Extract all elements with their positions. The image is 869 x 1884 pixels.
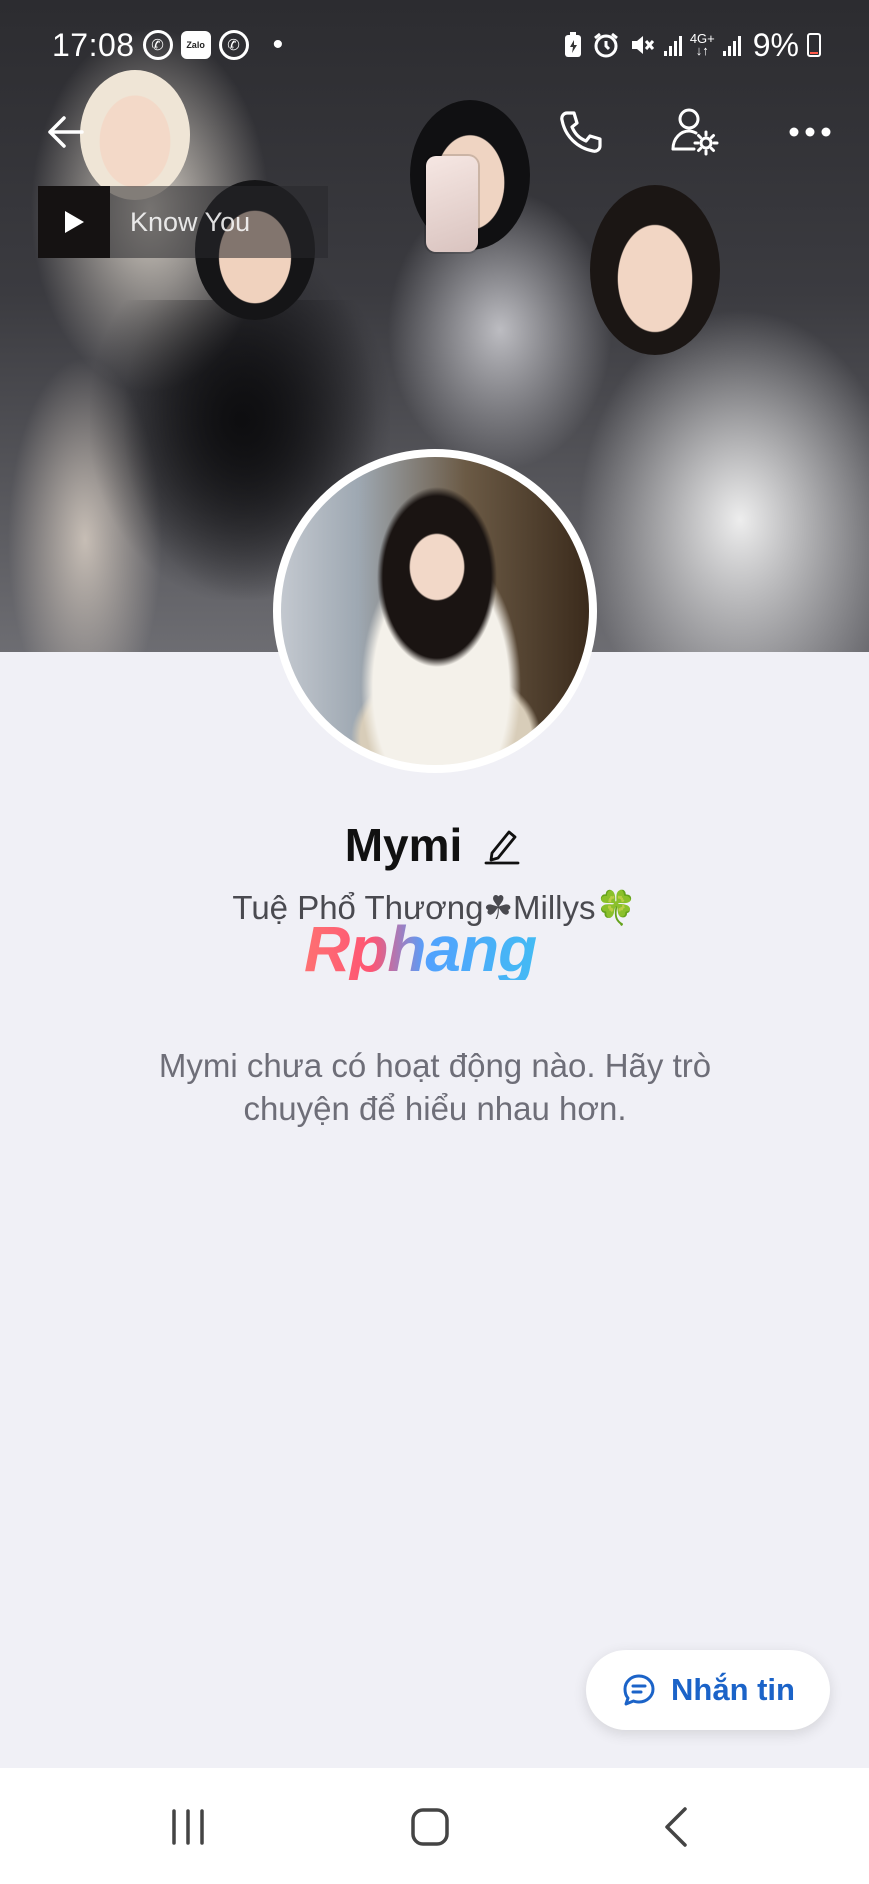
status-time: 17:08 [52,26,135,63]
clover-emoji: 🍀 [595,889,637,926]
signal-icon [663,34,682,56]
profile-settings-button[interactable] [663,100,727,164]
system-nav-bar [0,1768,869,1884]
profile-screen: 17:08 ✆ Zalo ✆ • 4G+ ↓↑ 9% Know You Mymi… [0,0,869,1884]
call-button[interactable] [548,100,612,164]
user-settings-icon [671,108,719,156]
pencil-icon [484,830,520,865]
home-button[interactable] [390,1792,470,1862]
edit-name-button[interactable] [484,823,524,867]
empty-activity-message: Mymi chưa có hoạt động nào. Hãy trò chuy… [158,1047,712,1127]
phone-icon [560,111,602,153]
profile-name: Mymi [344,819,463,871]
watermark-logo: Rphang [304,912,574,985]
profile-name-row: Mymi [0,818,869,872]
chat-bubble-icon [623,1674,655,1706]
back-button[interactable] [34,100,98,164]
more-options-button[interactable] [778,100,842,164]
viber-icon: ✆ [142,30,173,60]
recents-icon [172,1809,204,1845]
viber-icon: ✆ [218,30,249,60]
status-bar: 17:08 ✆ Zalo ✆ • 4G+ ↓↑ 9% [0,0,869,90]
battery-icon [807,33,821,57]
send-message-label: Nhắn tin [671,1672,795,1707]
network-type-icon: 4G+ ↓↑ [689,31,715,58]
home-icon [411,1808,449,1846]
avatar[interactable] [273,449,597,773]
cover-figure [590,185,720,355]
chevron-left-icon [665,1807,687,1847]
profile-music-player[interactable]: Know You [38,186,328,258]
more-horizontal-icon [789,127,831,137]
cover-phone [426,156,478,252]
arrow-left-icon [48,116,84,148]
system-back-button[interactable] [636,1792,716,1862]
battery-saver-icon [564,32,581,57]
mute-icon [631,36,654,54]
alarm-icon [593,32,618,58]
signal-icon [722,34,741,56]
send-message-button[interactable]: Nhắn tin [586,1650,830,1730]
zalo-icon: Zalo [180,31,211,59]
music-title: Know You [130,206,251,237]
more-notifications-icon: • [272,28,284,61]
battery-percent: 9% [752,26,799,63]
recents-button[interactable] [148,1792,228,1862]
music-thumbnail[interactable] [38,186,110,258]
play-icon [65,211,84,233]
